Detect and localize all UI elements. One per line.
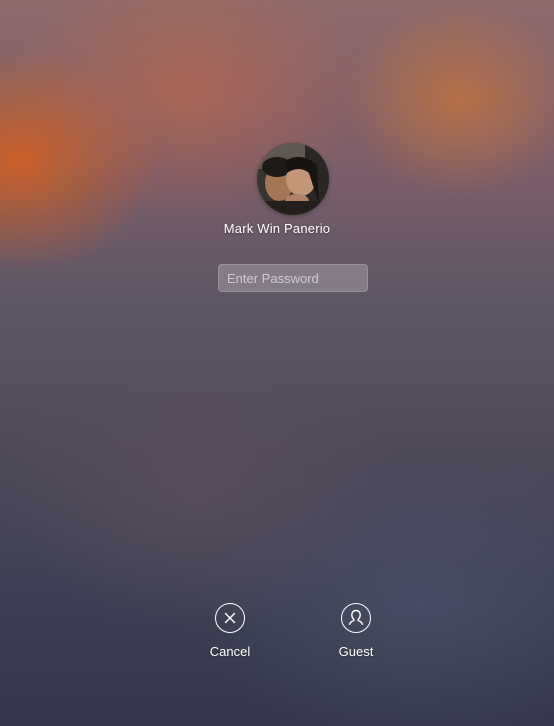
password-input[interactable] (218, 264, 368, 292)
guest-button[interactable]: Guest (316, 603, 396, 659)
cancel-button[interactable]: Cancel (190, 603, 270, 659)
user-name: Mark Win Panerio (223, 221, 331, 236)
close-circle-icon (215, 603, 245, 633)
user-avatar[interactable] (257, 143, 329, 215)
cancel-label: Cancel (209, 644, 251, 659)
blurred-wallpaper (0, 0, 554, 726)
avatar-photo (257, 143, 329, 215)
guest-label: Guest (338, 644, 374, 659)
guest-user-icon (341, 603, 371, 633)
